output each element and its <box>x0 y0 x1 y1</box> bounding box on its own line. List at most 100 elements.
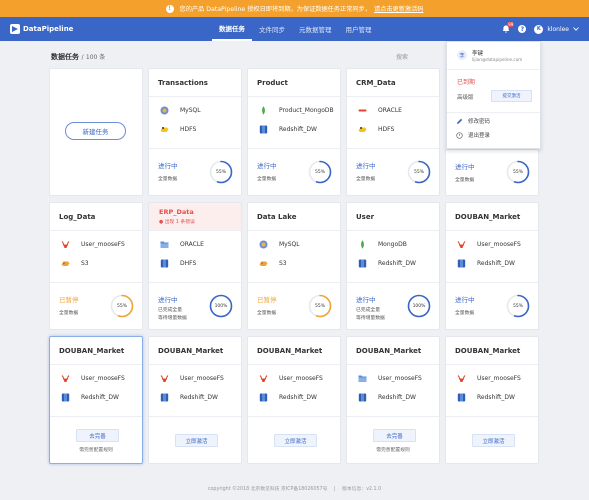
progress-percent: 55% <box>215 169 226 175</box>
task-card[interactable]: DOUBAN_Market User_mooseFS Redshift_DW 进行中全… <box>445 202 539 330</box>
task-card[interactable]: User MongoDB Redshift_DW 进行中 已完成全量 等待增量数据 100… <box>346 202 440 330</box>
progress-percent: 100% <box>214 303 228 309</box>
change-password-item[interactable]: 修改密码 <box>456 117 490 125</box>
menu-item-file-sync[interactable]: 文件同步 <box>252 17 292 41</box>
redshift-icon <box>457 259 466 268</box>
datapipeline-logo-icon <box>10 24 20 34</box>
source-name: User_mooseFS <box>81 375 125 382</box>
destination-name: Redshift_DW <box>279 394 317 401</box>
destination-row: Redshift_DW <box>259 393 317 402</box>
source-name: User_mooseFS <box>477 375 521 382</box>
user-menu-toggle[interactable]: K klonlee <box>534 24 579 34</box>
task-action-button[interactable]: 立即激活 <box>472 434 515 447</box>
task-title: DOUBAN_Market <box>257 347 323 355</box>
task-card[interactable]: DOUBAN_Market User_mooseFS Redshift_DW 立即激活 <box>247 336 341 464</box>
divider <box>446 364 538 365</box>
submit-activation-button[interactable]: 提交激活 <box>491 90 532 102</box>
destination-row: S3 <box>259 259 287 268</box>
task-card[interactable]: Log_Data User_mooseFS S3 已暂停 全量数据 55% <box>49 202 143 330</box>
logout-icon <box>456 131 463 139</box>
task-status: 已暂停 <box>59 296 79 304</box>
source-row: User_mooseFS <box>61 240 125 249</box>
notification-bell-icon[interactable]: 99 <box>502 22 515 33</box>
destination-name: Redshift_DW <box>477 260 515 267</box>
main-menu: 数据任务 文件同步 元数据管理 用户管理 <box>212 17 379 41</box>
destination-row: Redshift_DW <box>457 259 515 268</box>
destination-name: Redshift_DW <box>81 394 119 401</box>
task-card[interactable]: Data Lake MySQL S3 已暂停 全量数据 55% <box>247 202 341 330</box>
progress-ring: 100% <box>407 294 431 318</box>
progress-ring: 55% <box>209 160 233 184</box>
destination-name: Redshift_DW <box>477 394 515 401</box>
brand-logo[interactable]: DataPipeline <box>10 24 73 34</box>
task-title: ERP_Data <box>159 208 194 216</box>
progress-ring: 55% <box>308 294 332 318</box>
task-status: 已暂停 <box>257 296 277 304</box>
help-icon[interactable]: ? <box>518 25 527 33</box>
task-action-button[interactable]: 立即激活 <box>274 434 317 447</box>
source-name: User_mooseFS <box>477 241 521 248</box>
error-message: ● 出现 1 条错误 <box>159 220 195 225</box>
task-hint: 需完善配置规则 <box>376 448 410 453</box>
task-action-button[interactable]: 立即激活 <box>175 434 218 447</box>
banner-renew-link[interactable]: 请点击更新激活码 <box>374 4 424 13</box>
progress-percent: 100% <box>412 303 426 309</box>
task-title: User <box>356 213 375 221</box>
dropdown-user-name: 李键 <box>472 51 484 57</box>
source-name: MySQL <box>180 107 201 114</box>
task-hint: 需完善配置规则 <box>79 448 113 453</box>
search-input[interactable]: 搜索 <box>396 52 408 61</box>
task-card[interactable]: DOUBAN_Market User_mooseFS Redshift_DW 立即激活 <box>445 336 539 464</box>
new-task-button[interactable]: 新建任务 <box>65 122 126 140</box>
task-title: CRM_Data <box>356 79 396 87</box>
footer-separator: | <box>333 487 336 492</box>
task-status: 进行中 <box>158 296 178 304</box>
menu-item-data-tasks[interactable]: 数据任务 <box>212 17 252 41</box>
destination-name: HDFS <box>378 126 395 133</box>
source-row: MongoDB <box>358 240 407 249</box>
task-title: Transactions <box>158 79 208 87</box>
task-action-button[interactable]: 去完善 <box>76 429 119 442</box>
task-card[interactable]: Transactions MySQL HDFS 进行中 全量数据 55% <box>148 68 242 196</box>
task-mode: 全量数据 <box>455 311 475 316</box>
destination-row: Redshift_DW <box>160 393 218 402</box>
divider <box>347 148 439 149</box>
menu-item-users[interactable]: 用户管理 <box>339 17 379 41</box>
chevron-down-icon <box>573 27 579 31</box>
logout-item[interactable]: 退出登录 <box>456 131 490 139</box>
new-task-card: 新建任务 <box>49 68 143 196</box>
task-card[interactable]: Product Product_MongoDB Redshift_DW 进行中 全量数据… <box>247 68 341 196</box>
divider <box>149 148 241 149</box>
redshift-icon <box>61 393 70 402</box>
page-title: 数据任务 / 100 条 <box>51 52 105 62</box>
task-card[interactable]: CRM_Data ORACLE HDFS 进行中 全量数据 55% <box>346 68 440 196</box>
source-row: Product_MongoDB <box>259 106 334 115</box>
divider <box>248 416 340 417</box>
source-name: User_mooseFS <box>81 241 125 248</box>
menu-item-metadata[interactable]: 元数据管理 <box>292 17 339 41</box>
source-row: User_mooseFS <box>358 374 422 383</box>
divider <box>50 282 142 283</box>
footer: copyright ©2018 北京数见科技 京ICP备18026057号 | … <box>0 485 589 492</box>
brand-name: DataPipeline <box>23 25 74 33</box>
s3-icon <box>61 259 70 268</box>
task-title: DOUBAN_Market <box>59 347 125 355</box>
task-action-button[interactable]: 去完善 <box>373 429 416 442</box>
divider <box>446 282 538 283</box>
footer-version: 版本信息：v2.1.0 <box>342 487 382 492</box>
task-mode: 全量数据 <box>158 177 178 182</box>
task-mode: 全量数据 <box>455 178 475 183</box>
task-card[interactable]: DOUBAN_Market User_mooseFS Redshift_DW 去完善需… <box>346 336 440 464</box>
moosefs-icon <box>259 374 268 383</box>
task-card[interactable]: DOUBAN_Market User_mooseFS Redshift_DW 立即激活 <box>148 336 242 464</box>
source-row: MySQL <box>259 240 300 249</box>
progress-ring: 55% <box>308 160 332 184</box>
destination-name: S3 <box>279 260 287 267</box>
dropdown-avatar: 李 <box>457 50 467 60</box>
hdfs-icon <box>160 125 169 134</box>
task-card[interactable]: 进行中 全量数据 55% <box>445 149 539 196</box>
task-title: DOUBAN_Market <box>356 347 422 355</box>
task-mode: 已完成全量 <box>356 308 380 313</box>
task-card[interactable]: DOUBAN_Market User_mooseFS Redshift_DW 去完善需… <box>49 336 143 464</box>
task-card[interactable]: ERP_Data ● 出现 1 条错误 ORACLE DHFS 进行中 已完成全量 等待增量… <box>148 202 242 330</box>
